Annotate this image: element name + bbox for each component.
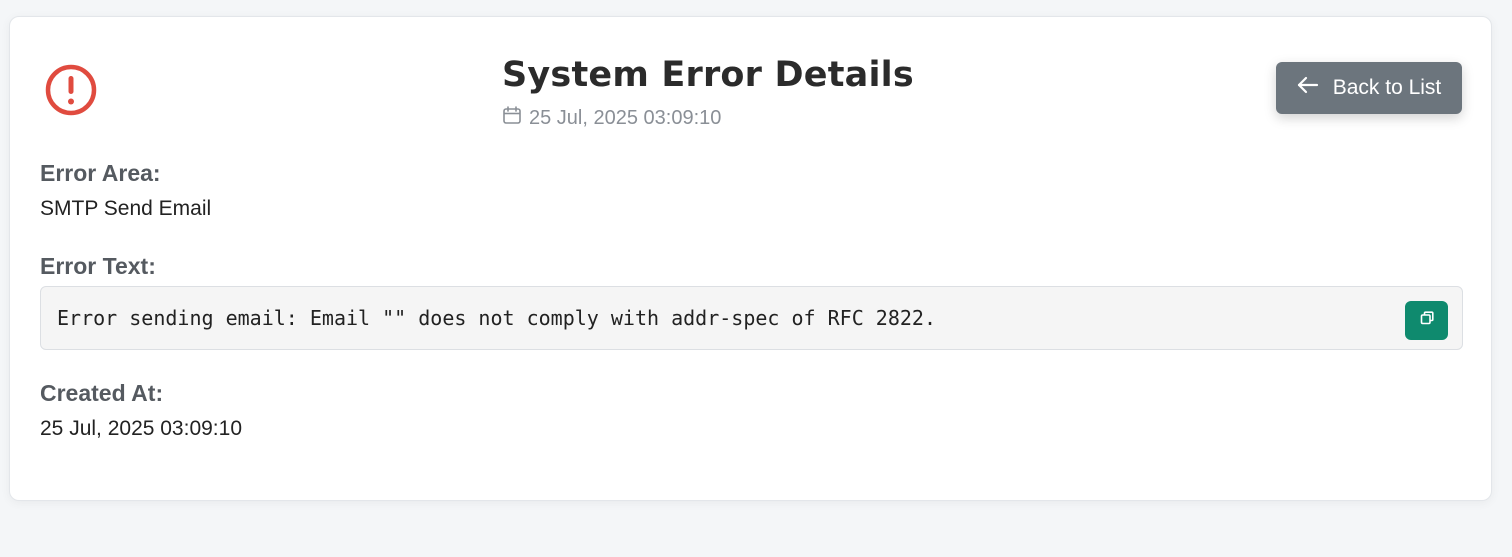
back-to-list-label: Back to List xyxy=(1332,76,1442,99)
back-to-list-button[interactable]: Back to List xyxy=(1276,62,1462,114)
error-details-card: System Error Details 25 Jul, 2025 03:09:… xyxy=(9,16,1492,501)
header-center: System Error Details 25 Jul, 2025 03:09:… xyxy=(502,53,914,131)
calendar-icon xyxy=(502,105,529,131)
copy-icon xyxy=(1419,310,1435,331)
created-at-label: Created At: xyxy=(40,380,164,406)
error-date-row: 25 Jul, 2025 03:09:10 xyxy=(502,105,914,131)
error-text-value: Error sending email: Email "" does not c… xyxy=(57,306,936,330)
error-area-value: SMTP Send Email xyxy=(40,197,212,220)
copy-button[interactable] xyxy=(1405,301,1448,340)
created-at-value: 25 Jul, 2025 03:09:10 xyxy=(40,417,243,440)
error-date: 25 Jul, 2025 03:09:10 xyxy=(529,106,722,129)
arrow-left-icon xyxy=(1297,76,1333,100)
page-title: System Error Details xyxy=(502,55,914,95)
exclamation-circle-icon xyxy=(44,63,98,117)
error-text-box: Error sending email: Email "" does not c… xyxy=(40,286,1463,350)
error-area-label: Error Area: xyxy=(40,160,161,186)
error-text-label: Error Text: xyxy=(40,253,156,279)
